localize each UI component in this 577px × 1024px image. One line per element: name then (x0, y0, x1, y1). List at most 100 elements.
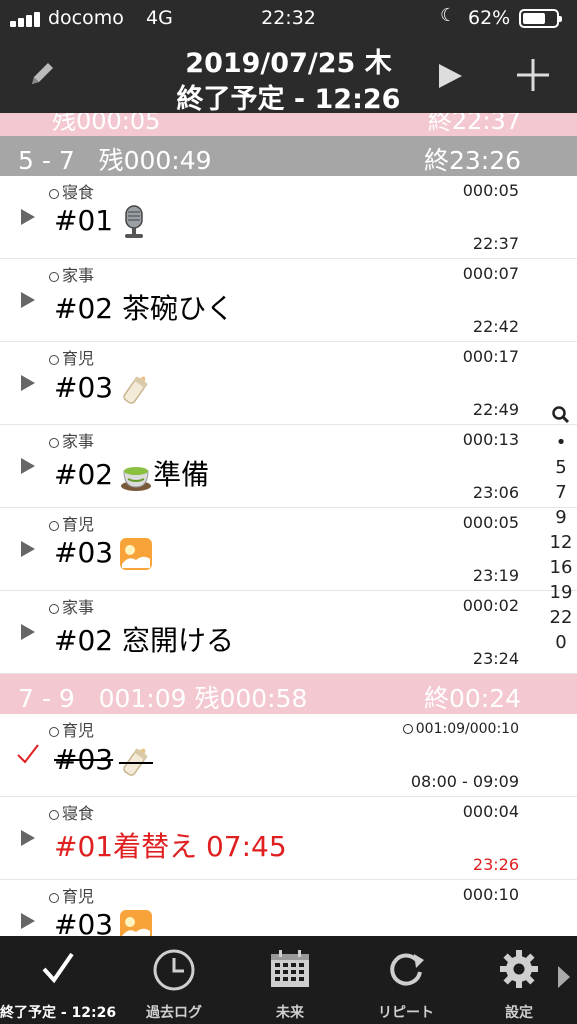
circle-icon (49, 520, 59, 531)
task-title: #03 (54, 743, 114, 776)
task-title: #02 (54, 458, 114, 491)
task-duration: 000:07 (462, 264, 519, 283)
timer-circle-icon (402, 724, 413, 734)
task-duration: 000:17 (462, 347, 519, 366)
index-item[interactable]: 0 (546, 630, 576, 655)
task-row[interactable]: 育児 000:17 #03 22:49 (0, 342, 577, 425)
microphone-emoji-icon (125, 205, 144, 238)
task-row[interactable]: 家事 000:13 #02 準備 23:06 (0, 425, 577, 508)
circle-icon (49, 188, 59, 199)
task-title: #01着替え 07:45 (54, 830, 287, 863)
tab-label: 未来 (276, 1005, 304, 1021)
task-duration: 000:04 (462, 802, 519, 821)
index-item[interactable]: 5 (546, 455, 576, 480)
task-time: 22:42 (472, 317, 519, 336)
circle-icon (49, 354, 59, 365)
section-title: 5 - 7 残000:49 (18, 146, 212, 175)
task-time: 23:19 (472, 566, 519, 585)
circle-icon (49, 271, 59, 282)
section-header-partial[interactable]: 残000:05 終22:37 (0, 113, 577, 136)
task-row[interactable]: 家事 000:07 #02 茶碗ひく 22:42 (0, 259, 577, 342)
tab-repeat[interactable]: リピート (348, 936, 464, 1024)
baby-bottle-emoji-icon (119, 748, 154, 776)
index-item[interactable]: • (546, 430, 576, 455)
index-item[interactable]: 19 (546, 580, 576, 605)
search-icon[interactable] (551, 405, 571, 425)
task-category: 寝食 (62, 183, 95, 202)
task-duration: 000:10 (462, 885, 519, 904)
task-title-suffix: 準備 (153, 458, 210, 491)
index-item[interactable]: 7 (546, 480, 576, 505)
task-list[interactable]: 残000:05 終22:37 5 - 7 残000:49 終23:26 寝食 0… (0, 113, 577, 936)
task-time: 22:49 (472, 400, 519, 419)
task-duration: 000:13 (462, 430, 519, 449)
play-icon[interactable] (436, 62, 464, 90)
task-title: #03 (54, 908, 114, 936)
section-index-bar[interactable]: • 5 7 9 12 16 19 22 0 (546, 405, 576, 655)
play-arrow-icon[interactable] (21, 292, 35, 308)
task-category: 家事 (62, 432, 95, 451)
index-item[interactable]: 16 (546, 555, 576, 580)
circle-icon (49, 892, 59, 903)
tab-label: 過去ログ (146, 1005, 202, 1021)
task-row[interactable]: 育児 000:10 #03 (0, 880, 577, 936)
tab-bar: 終了予定 - 12:26 過去ログ 未来 リピート 設定 (0, 936, 577, 1024)
baby-bottle-emoji-icon (123, 376, 148, 404)
task-category: 寝食 (62, 804, 95, 823)
clock-icon (153, 949, 195, 991)
task-category: 育児 (62, 349, 95, 368)
task-time: 22:37 (472, 234, 519, 253)
play-arrow-icon[interactable] (21, 209, 35, 225)
sunrise-emoji-icon (120, 538, 153, 570)
check-icon (42, 952, 74, 984)
green-tea-emoji-icon (121, 467, 152, 491)
index-item[interactable]: 12 (546, 530, 576, 555)
task-duration: 000:05 (462, 181, 519, 200)
task-row[interactable]: 育児 000:05 #03 23:19 (0, 508, 577, 591)
section-header[interactable]: 7 - 9 001:09 残000:58 終00:24 (0, 674, 577, 714)
play-arrow-icon[interactable] (21, 913, 35, 929)
gear-icon (500, 950, 538, 988)
tab-label: 設定 (505, 1005, 533, 1021)
tab-future[interactable]: 未来 (232, 936, 348, 1024)
section-title: 7 - 9 001:09 残000:58 (18, 684, 308, 713)
task-time: 23:06 (472, 483, 519, 502)
task-duration: 001:09/000:10 (415, 721, 519, 737)
index-item[interactable]: 22 (546, 605, 576, 630)
play-arrow-icon[interactable] (21, 624, 35, 640)
play-arrow-icon[interactable] (21, 541, 35, 557)
play-arrow-icon[interactable] (21, 830, 35, 846)
task-row[interactable]: 寝食 000:04 #01着替え 07:45 23:26 (0, 797, 577, 880)
task-duration: 000:02 (462, 596, 519, 615)
task-row[interactable]: 寝食 000:05 #01 22:37 (0, 176, 577, 259)
tab-past-log[interactable]: 過去ログ (116, 936, 232, 1024)
task-title: #01 (54, 204, 114, 237)
status-bar: docomo 4G 22:32 ☾ 62% (0, 0, 577, 38)
plus-icon[interactable] (514, 56, 552, 94)
section-end: 終00:24 (423, 684, 521, 713)
calendar-icon (271, 950, 309, 987)
task-category: 育児 (62, 515, 95, 534)
top-bar: docomo 4G 22:32 ☾ 62% 2019/07/25 木 終了予定 … (0, 0, 577, 115)
task-row-done[interactable]: 育児 001:09/000:10 #03 08:00 - 09:09 (0, 714, 577, 797)
circle-icon (49, 726, 59, 737)
play-arrow-icon[interactable] (21, 375, 35, 391)
more-tabs-arrow-icon[interactable] (558, 966, 570, 988)
battery-icon (519, 9, 562, 28)
header-date[interactable]: 2019/07/25 木 (0, 41, 577, 80)
checkmark-icon[interactable] (16, 742, 40, 766)
circle-icon (49, 603, 59, 614)
task-time: 23:26 (472, 855, 519, 874)
tab-label: リピート (378, 1005, 434, 1021)
section-header[interactable]: 5 - 7 残000:49 終23:26 (0, 136, 577, 176)
header-end-time: 終了予定 - 12:26 (176, 84, 401, 115)
index-item[interactable]: 9 (546, 505, 576, 530)
task-title: #03 (54, 371, 114, 404)
play-arrow-icon[interactable] (21, 458, 35, 474)
circle-icon (49, 809, 59, 820)
task-category: 育児 (62, 887, 95, 906)
task-row[interactable]: 家事 000:02 #02 窓開ける 23:24 (0, 591, 577, 674)
tab-end-time[interactable]: 終了予定 - 12:26 (0, 936, 116, 1024)
task-title: #02 茶碗ひく (54, 292, 234, 325)
sunrise-emoji-icon (120, 910, 153, 936)
